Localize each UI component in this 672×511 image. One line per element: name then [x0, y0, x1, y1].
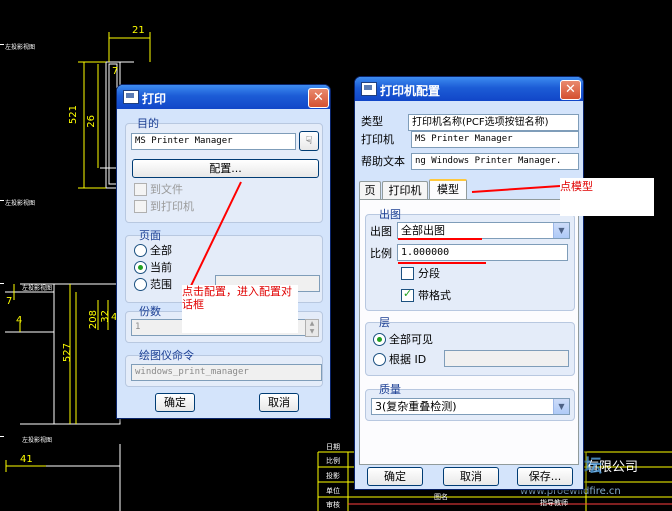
- underline-plot-value: [398, 238, 482, 240]
- annotation-click-model: 点模型: [560, 178, 654, 216]
- underline-scale-value: [398, 262, 486, 264]
- annotation-strokes: [187, 181, 561, 293]
- annotation-click-config: 点击配置，进入配置对话框: [182, 285, 298, 333]
